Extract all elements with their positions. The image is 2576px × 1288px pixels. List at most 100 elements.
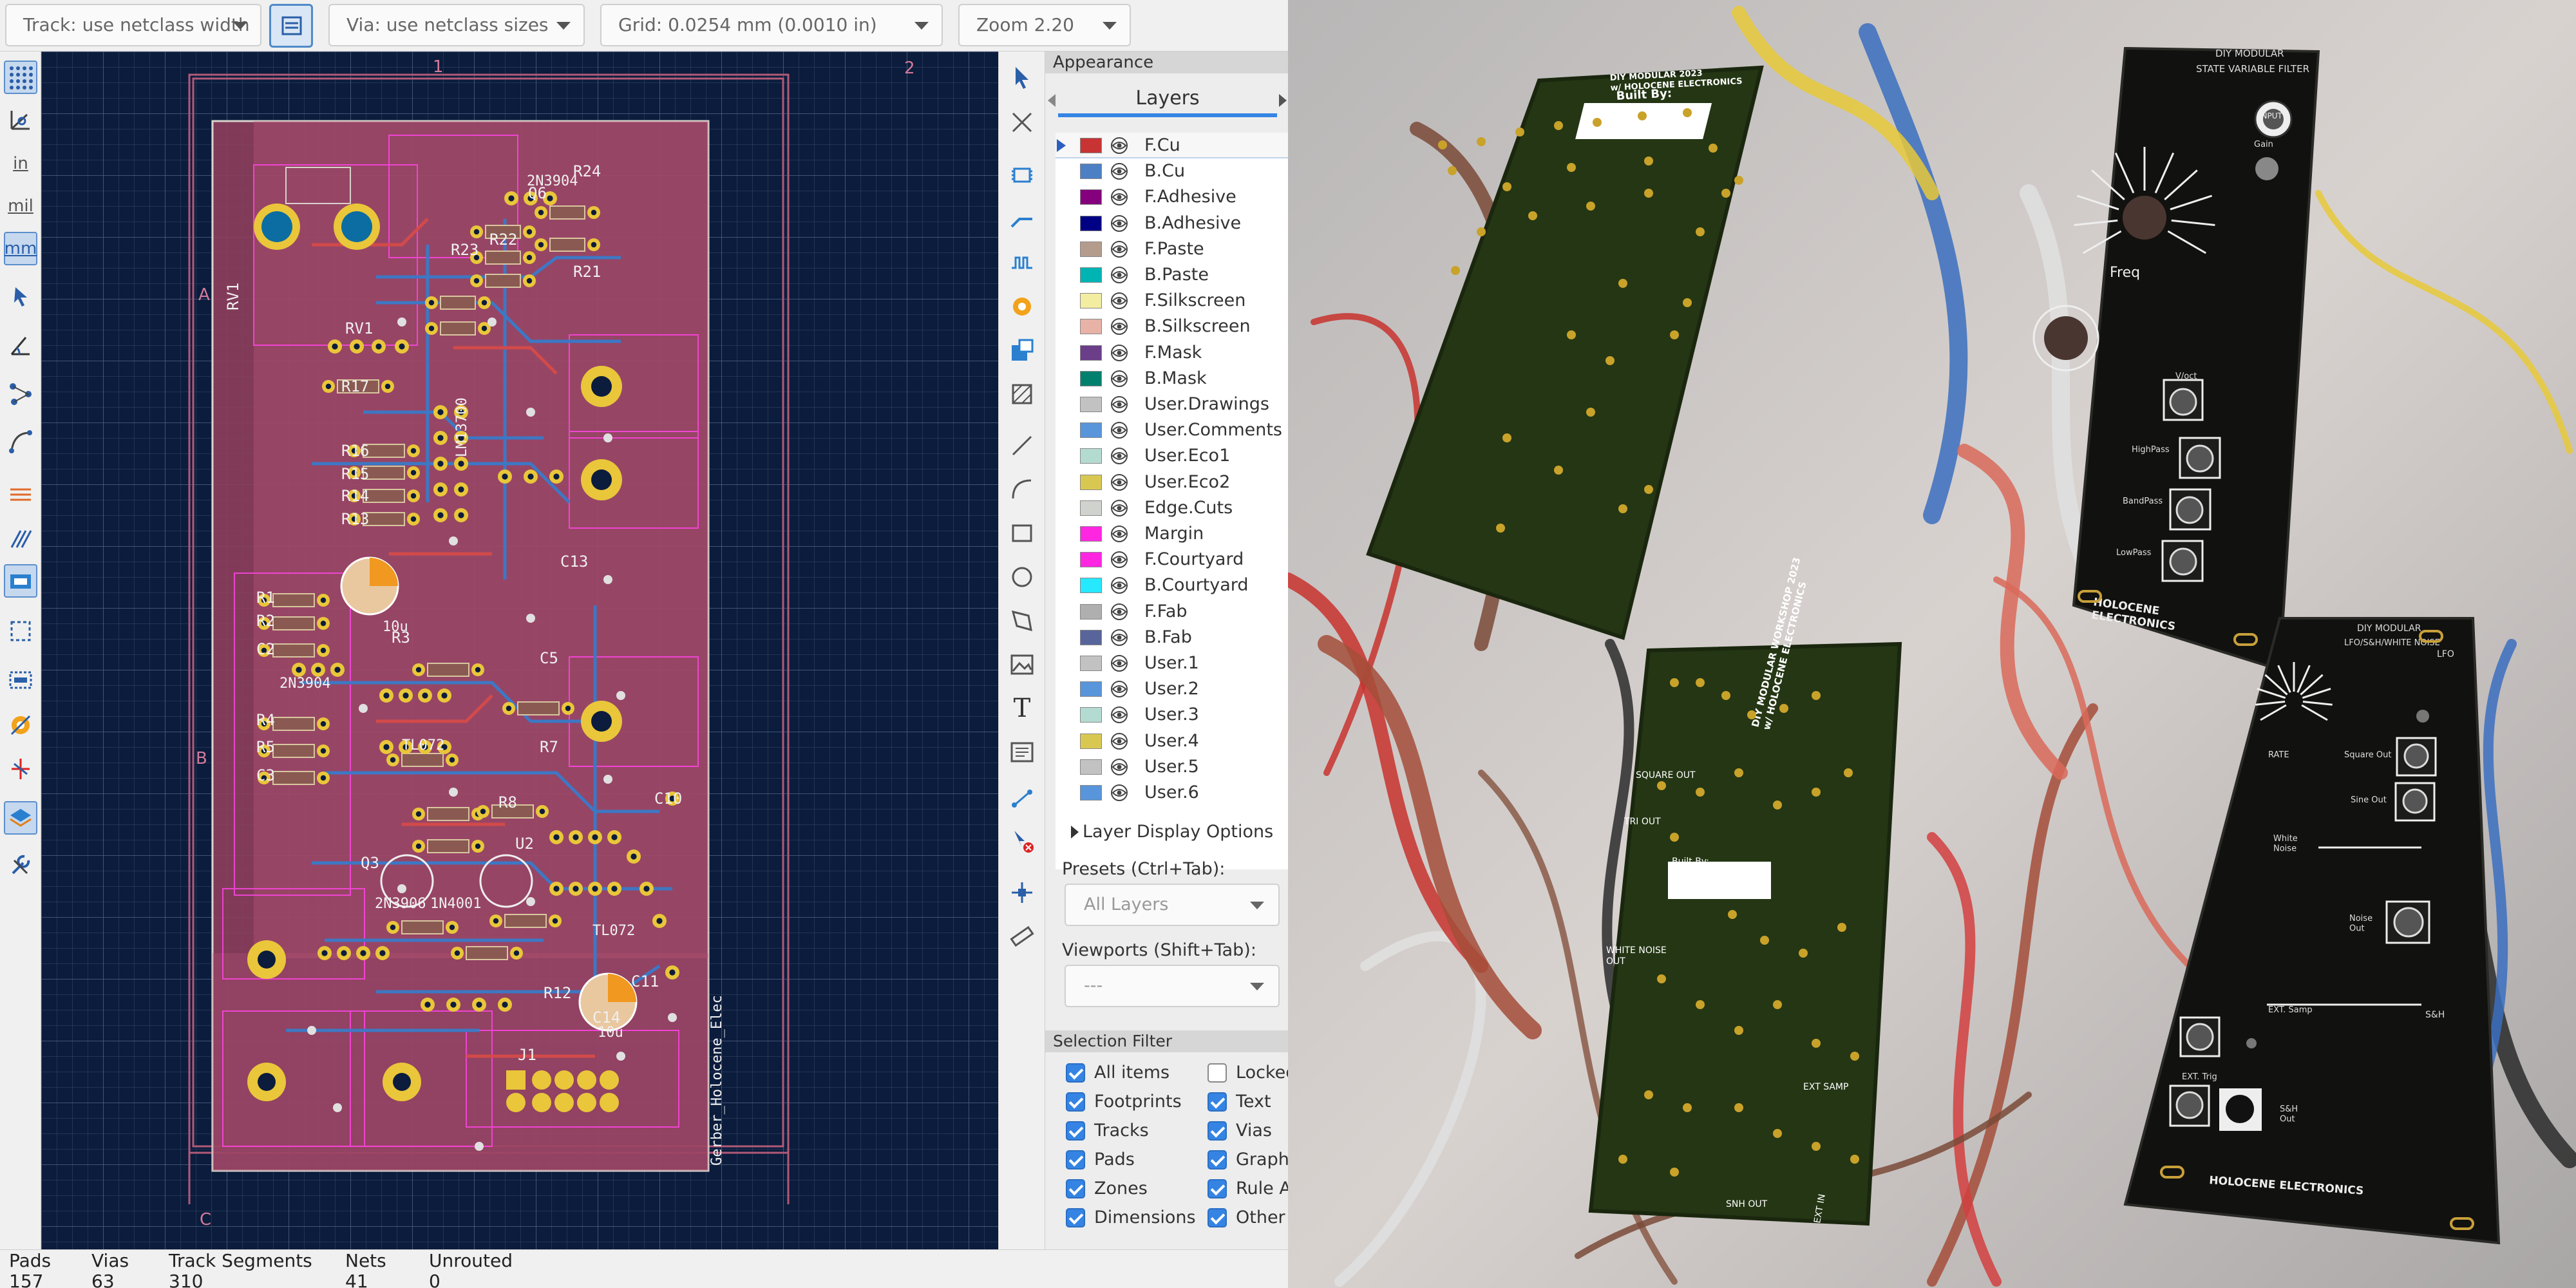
layer-color-swatch[interactable] (1080, 164, 1102, 180)
visibility-eye-icon[interactable] (1110, 266, 1129, 284)
grid-origin-button[interactable] (1005, 876, 1039, 909)
layer-row[interactable]: User.2 (1056, 676, 1288, 702)
layer-color-swatch[interactable] (1080, 448, 1102, 464)
layer-color-swatch[interactable] (1080, 138, 1102, 153)
tab-layers[interactable]: Layers (1058, 80, 1277, 117)
layer-row[interactable]: B.Mask (1056, 366, 1288, 392)
layer-color-swatch[interactable] (1080, 215, 1102, 231)
layer-color-swatch[interactable] (1080, 526, 1102, 542)
units-inches-button[interactable]: in (4, 147, 37, 180)
layer-row[interactable]: User.Eco1 (1056, 443, 1288, 469)
zone-outline-button[interactable] (4, 614, 37, 648)
add-footprint-button[interactable] (1005, 158, 1039, 192)
layer-color-swatch[interactable] (1080, 189, 1102, 205)
visibility-eye-icon[interactable] (1110, 603, 1129, 621)
layer-row[interactable]: B.Courtyard (1056, 573, 1288, 598)
layer-color-swatch[interactable] (1080, 733, 1102, 749)
angle-mode-button[interactable] (4, 328, 37, 362)
add-text-button[interactable]: T (1005, 692, 1039, 725)
layer-row[interactable]: User.3 (1056, 702, 1288, 728)
cursor-style-button[interactable] (4, 279, 37, 313)
layer-color-swatch[interactable] (1080, 656, 1102, 671)
layer-color-swatch[interactable] (1080, 500, 1102, 516)
checkbox[interactable] (1066, 1208, 1085, 1227)
units-mils-button[interactable]: mil (4, 189, 37, 223)
visibility-eye-icon[interactable] (1110, 317, 1129, 336)
layer-color-swatch[interactable] (1080, 759, 1102, 775)
layer-row[interactable]: Margin (1056, 521, 1288, 547)
layer-row[interactable]: F.Adhesive (1056, 184, 1288, 210)
layer-row[interactable]: F.Mask (1056, 340, 1288, 366)
pcb-canvas[interactable]: 1 2 A B C RV1 RV1 Q6 R24 R23 R22 R21 R17… (41, 52, 998, 1249)
visibility-eye-icon[interactable] (1110, 214, 1129, 232)
layer-color-swatch[interactable] (1080, 370, 1102, 386)
track-display-button[interactable] (4, 522, 37, 555)
via-display-button[interactable] (4, 708, 37, 742)
checkbox[interactable] (1208, 1063, 1227, 1083)
visibility-eye-icon[interactable] (1110, 525, 1129, 543)
layer-display-options-toggle[interactable]: Layer Display Options (1045, 819, 1288, 848)
grid-dropdown[interactable]: Grid: 0.0254 mm (0.0010 in) (600, 4, 943, 46)
layer-row[interactable]: B.Adhesive (1056, 211, 1288, 236)
layer-row[interactable]: F.Fab (1056, 599, 1288, 625)
via-size-dropdown[interactable]: Via: use netclass sizes (328, 4, 585, 46)
layer-color-swatch[interactable] (1080, 707, 1102, 723)
draw-polygon-button[interactable] (1005, 604, 1039, 638)
layer-color-swatch[interactable] (1080, 474, 1102, 490)
layer-color-swatch[interactable] (1080, 267, 1102, 283)
visibility-eye-icon[interactable] (1110, 706, 1129, 724)
layer-row[interactable]: User.4 (1056, 728, 1288, 754)
zoom-dropdown[interactable]: Zoom 2.20 (958, 4, 1131, 46)
tab-scroll-right-icon[interactable] (1279, 94, 1287, 107)
add-zone-button[interactable] (1005, 334, 1039, 367)
checkbox[interactable] (1066, 1150, 1085, 1170)
visibility-eye-icon[interactable] (1110, 784, 1129, 802)
checkbox[interactable] (1066, 1092, 1085, 1112)
checkbox[interactable] (1066, 1121, 1085, 1141)
layer-row[interactable]: B.Paste (1056, 262, 1288, 288)
layer-color-swatch[interactable] (1080, 422, 1102, 439)
visibility-eye-icon[interactable] (1110, 292, 1129, 310)
layer-row[interactable]: User.6 (1056, 780, 1288, 806)
checkbox[interactable] (1066, 1063, 1085, 1083)
auto-track-width-toggle[interactable] (269, 4, 313, 48)
delete-tool-button[interactable] (1005, 824, 1039, 858)
layer-row[interactable]: User.5 (1056, 754, 1288, 780)
polar-coords-button[interactable] (4, 103, 37, 137)
layer-row[interactable]: B.Fab (1056, 625, 1288, 650)
presets-dropdown[interactable]: All Layers (1065, 884, 1280, 926)
layer-color-swatch[interactable] (1080, 681, 1102, 697)
units-mm-button[interactable]: mm (4, 232, 37, 265)
checkbox[interactable] (1066, 1179, 1085, 1198)
checkbox[interactable] (1208, 1179, 1227, 1198)
add-image-button[interactable] (1005, 648, 1039, 681)
layer-row[interactable]: User.Drawings (1056, 392, 1288, 417)
local-ratsnest-button[interactable] (1005, 106, 1039, 139)
layer-row[interactable]: B.Silkscreen (1056, 314, 1288, 339)
net-highlight-button[interactable] (4, 477, 37, 510)
layer-row[interactable]: User.1 (1056, 650, 1288, 676)
draw-rectangle-button[interactable] (1005, 516, 1039, 550)
layer-row[interactable]: User.Eco2 (1056, 469, 1288, 495)
layer-color-swatch[interactable] (1080, 629, 1102, 645)
visibility-eye-icon[interactable] (1110, 551, 1129, 569)
visibility-eye-icon[interactable] (1110, 370, 1129, 388)
checkbox[interactable] (1208, 1150, 1227, 1170)
checkbox[interactable] (1208, 1208, 1227, 1227)
measure-tool-button[interactable] (1005, 920, 1039, 953)
checkbox[interactable] (1208, 1092, 1227, 1112)
tab-scroll-left-icon[interactable] (1048, 94, 1056, 107)
draw-arc-button[interactable] (1005, 473, 1039, 506)
add-textbox-button[interactable] (1005, 735, 1039, 769)
appearance-panel-button[interactable] (4, 801, 37, 835)
draw-line-button[interactable] (1005, 429, 1039, 462)
layer-row[interactable]: F.Cu (1056, 133, 1288, 158)
tune-length-button[interactable] (1005, 246, 1039, 279)
checkbox[interactable] (1208, 1121, 1227, 1141)
visibility-eye-icon[interactable] (1110, 473, 1129, 491)
draw-circle-button[interactable] (1005, 560, 1039, 594)
layer-row[interactable]: F.Silkscreen (1056, 288, 1288, 314)
visibility-eye-icon[interactable] (1110, 421, 1129, 439)
select-tool-button[interactable] (1005, 61, 1039, 94)
route-track-button[interactable] (1005, 202, 1039, 236)
